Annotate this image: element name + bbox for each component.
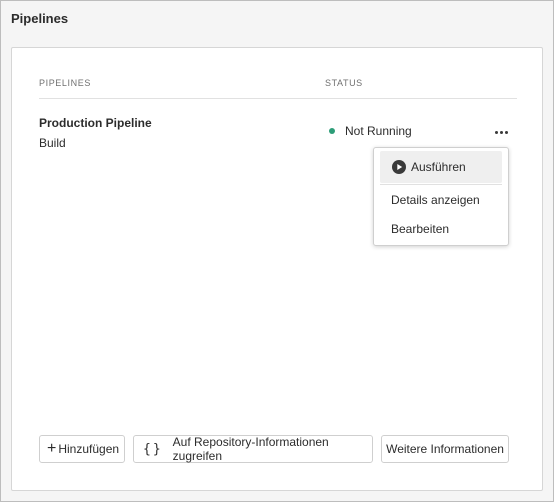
braces-icon: {} (143, 441, 163, 457)
repository-info-label: Auf Repository-Informationen zugreifen (172, 435, 329, 463)
column-header-pipelines: PIPELINES (39, 78, 91, 88)
menu-item-details[interactable]: Details anzeigen (380, 184, 502, 216)
pipeline-type: Build (39, 136, 66, 150)
more-actions-button[interactable] (490, 124, 512, 140)
column-header-status: STATUS (325, 78, 363, 88)
play-circle-icon (392, 160, 406, 174)
menu-item-run[interactable]: Ausführen (380, 151, 502, 183)
more-info-label: Weitere Informationen (386, 442, 504, 456)
add-button[interactable]: + Hinzufügen (39, 435, 125, 463)
menu-item-edit[interactable]: Bearbeiten (380, 213, 502, 245)
more-dot-icon (494, 130, 498, 134)
menu-item-label: Details anzeigen (391, 193, 480, 207)
menu-item-label: Bearbeiten (391, 222, 450, 236)
actions-menu: Ausführen Details anzeigen Bearbeiten (373, 147, 509, 246)
pipelines-card: PIPELINES STATUS Production Pipeline Bui… (11, 47, 543, 491)
status-dot-icon (329, 128, 335, 134)
plus-icon: + (47, 440, 57, 457)
pipeline-name[interactable]: Production Pipeline (39, 116, 152, 130)
header-divider (39, 98, 517, 99)
status-text: Not Running (345, 124, 412, 138)
repository-info-button[interactable]: {} Auf Repository-Informationen zugreife… (133, 435, 373, 463)
more-dot-icon (499, 130, 503, 134)
pipelines-window: Pipelines PIPELINES STATUS Production Pi… (0, 0, 554, 502)
more-info-button[interactable]: Weitere Informationen (381, 435, 509, 463)
add-button-label: Hinzufügen (58, 442, 120, 456)
page-title: Pipelines (11, 11, 69, 26)
menu-item-label: Ausführen (411, 160, 466, 174)
more-dot-icon (504, 130, 508, 134)
